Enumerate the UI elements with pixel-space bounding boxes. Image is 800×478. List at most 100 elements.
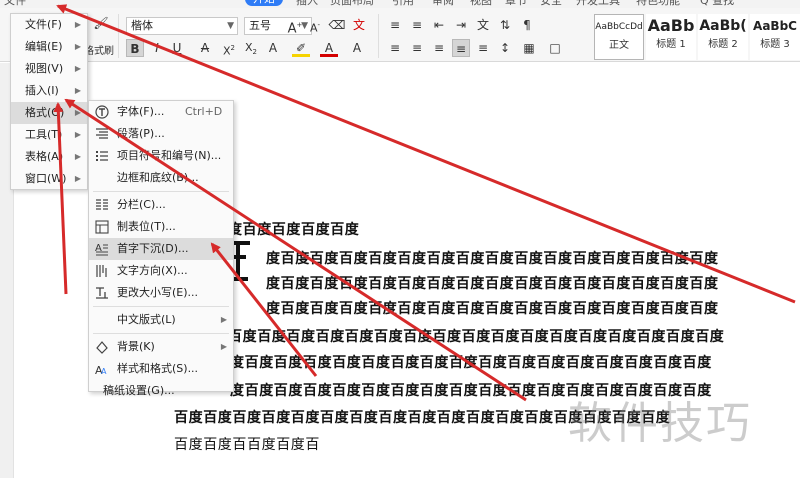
tab-chapter[interactable]: 章节 [505,0,527,8]
underline-button[interactable]: U [168,39,186,57]
columns-icon [96,199,108,210]
char-shading-icon[interactable]: A [348,39,366,57]
distributed-icon[interactable]: ≡ [474,39,492,57]
shading-icon[interactable]: ▦ [520,39,538,57]
tab-developer[interactable]: 开发工具 [576,0,620,8]
italic-button[interactable]: I [148,39,166,57]
menu-item-edit[interactable]: 编辑(E) ▶ [11,36,87,58]
align-left-icon[interactable]: ≡ [386,39,404,57]
chevron-right-icon: ▶ [74,152,81,161]
tab-file[interactable]: 文件 [4,0,26,8]
menu-item-table[interactable]: 表格(A) ▶ [11,146,87,168]
sort-icon[interactable]: ⇅ [496,16,514,34]
menu-item-format[interactable]: 格式(O) ▶ [11,102,87,124]
font-icon [95,105,109,119]
menu-item-file[interactable]: 文件(F) ▶ [11,14,87,36]
menu-item-borders-shading[interactable]: 边框和底纹(B)... [89,167,233,189]
phonetic-guide-icon[interactable]: 文 [350,16,368,34]
bullets-icon[interactable]: ≡ [386,16,404,34]
tab-insert[interactable]: 插入 [296,0,318,8]
tab-references[interactable]: 引用 [392,0,414,8]
increase-indent-icon[interactable]: ⇥ [452,16,470,34]
tab-page-layout[interactable]: 页面布局 [330,0,374,8]
menu-item-paragraph[interactable]: 段落(P)... [89,123,233,145]
line-spacing-icon[interactable]: ↕ [496,39,514,57]
chevron-right-icon: ▶ [74,174,81,183]
superscript-button[interactable]: X2 [220,39,238,58]
document-line[interactable]: 度百度百度百度百度百度百度百度百度百度百度百度百度百度百度百度 [266,273,719,293]
show-marks-icon[interactable]: ¶ [518,16,536,34]
borders-icon[interactable]: □ [546,39,564,57]
tab-home[interactable]: 开始 [245,0,283,6]
menu-item-change-case[interactable]: 更改大小写(E)... [89,282,233,304]
document-line[interactable]: 百度百度百度百度百度百度百度百度百度百度百度百度百度百度百度百度百度 [228,326,724,346]
text-effect-icon[interactable]: A [264,39,282,57]
background-icon [96,341,108,354]
align-right-icon[interactable]: ≡ [430,39,448,57]
strikethrough-button[interactable]: A [196,39,214,57]
menu-item-window[interactable]: 窗口(W) ▶ [11,168,87,190]
bold-button[interactable]: B [126,39,144,57]
shrink-font-icon[interactable]: A- [306,16,324,35]
tab-security[interactable]: 安全 [540,0,562,8]
menu-item-drop-cap[interactable]: A 首字下沉(D)... [89,238,233,260]
drop-cap-icon: A [95,243,108,256]
chevron-right-icon: ▶ [74,86,81,95]
menu-item-tab-stops[interactable]: 制表位(T)... [89,216,233,238]
document-line[interactable]: 度百度百度百度百度百度百度百度百度百度百度百度百度百度百度百度百度 [230,352,712,372]
chevron-down-icon: ▼ [227,21,234,31]
menu-item-text-direction[interactable]: 文字方向(X)... [89,260,233,282]
main-menu: 文件(F) ▶ 编辑(E) ▶ 视图(V) ▶ 插入(I) ▶ 格式(O) ▶ 工具(T)… [10,13,88,190]
style-heading-2[interactable]: AaBb( 标题 2 [698,14,748,60]
menu-item-styles-formatting[interactable]: AA 样式和格式(S)... [89,358,233,380]
style-heading-1[interactable]: AaBb 标题 1 [646,14,696,60]
tab-special[interactable]: 特色功能 [636,0,680,8]
menu-item-view[interactable]: 视图(V) ▶ [11,58,87,80]
style-normal[interactable]: AaBbCcDd 正文 [594,14,644,60]
format-painter-label[interactable]: 格式刷 [84,42,114,57]
document-line[interactable]: 度百度百度百度百度百度百度百度百度百度百度百度百度百度百度百度 [266,298,719,318]
ribbon-toolbar: 🖌 格式刷 楷体 ▼ 五号 ▼ A+ A- ⌫ 文 B I U A X2 X2 … [0,8,800,62]
justify-icon[interactable]: ≡ [452,39,470,57]
chinese-layout-icon[interactable]: 文 [474,16,492,34]
chevron-right-icon: ▶ [74,20,81,29]
document-line[interactable]: 度百度百度百度百度 [228,219,359,239]
search-tab[interactable]: Q 查找 [700,0,734,8]
font-name-select[interactable]: 楷体 ▼ [126,17,238,35]
align-center-icon[interactable]: ≡ [408,39,426,57]
menu-item-insert[interactable]: 插入(I) ▶ [11,80,87,102]
menu-separator [93,333,229,334]
highlight-color-icon[interactable]: ✐ [292,39,310,57]
grow-font-icon[interactable]: A+ [286,16,304,36]
menu-separator [93,191,229,192]
text-direction-icon [96,265,107,277]
watermark: 软件技巧 [568,398,752,449]
chevron-right-icon: ▶ [74,42,81,51]
font-color-icon[interactable]: A [320,39,338,57]
numbering-icon[interactable]: ≡ [408,16,426,34]
document-line[interactable]: 度百度百度百度百度百度百度百度百度百度百度百度百度百度百度百度 [266,248,719,268]
menu-item-bullets-numbering[interactable]: 项目符号和编号(N)... [89,145,233,167]
decrease-indent-icon[interactable]: ⇤ [430,16,448,34]
menu-item-font[interactable]: 字体(F)... Ctrl+D [89,101,233,123]
shortcut-label: Ctrl+D [185,105,223,118]
tab-view[interactable]: 视图 [470,0,492,8]
document-line[interactable]: 百度百度百百度百度百 [174,434,320,454]
menu-item-tools[interactable]: 工具(T) ▶ [11,124,87,146]
menu-item-columns[interactable]: 分栏(C)... [89,194,233,216]
font-size-value: 五号 [249,19,271,32]
menu-item-chinese-layout[interactable]: 中文版式(L) ▶ [89,309,233,331]
style-heading-3[interactable]: AaBbC 标题 3 [750,14,800,60]
ribbon-separator [378,14,379,58]
styles-icon: AA [95,364,107,376]
menu-item-background[interactable]: 背景(K) ▶ [89,336,233,358]
subscript-button[interactable]: X2 [242,39,260,57]
menu-item-manuscript-setup[interactable]: 稿纸设置(G)... [89,380,233,402]
style-name: 正文 [609,40,629,51]
menu-separator [93,306,229,307]
format-painter-icon[interactable]: 🖌 [92,14,110,32]
clear-format-icon[interactable]: ⌫ [328,16,346,34]
style-sample: AaBbC [753,19,797,33]
style-sample: AaBb [647,16,695,35]
tab-review[interactable]: 审阅 [432,0,454,8]
